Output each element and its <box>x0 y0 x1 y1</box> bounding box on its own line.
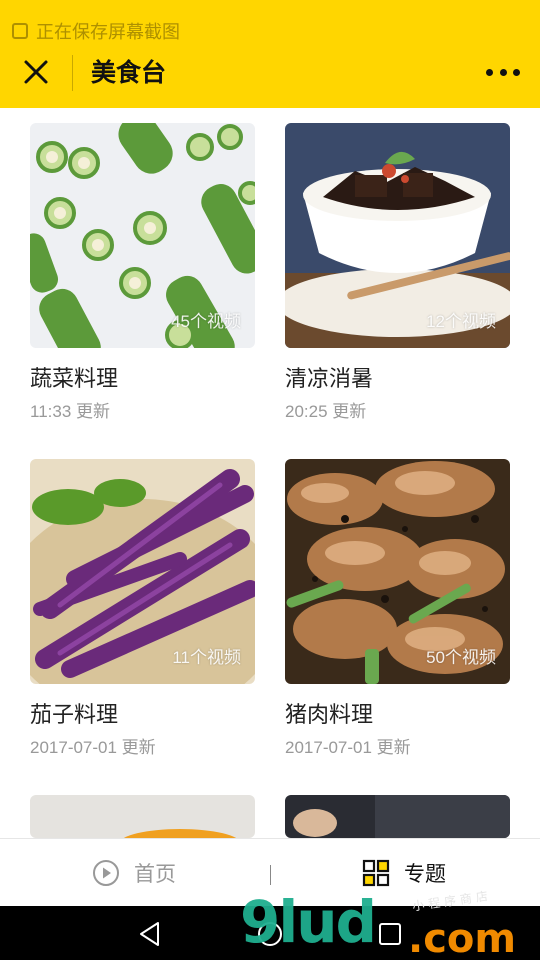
close-icon <box>24 60 48 84</box>
topic-thumbnail[interactable]: 50个视频 <box>285 459 510 684</box>
header-bar: 正在保存屏幕截图 美食台 <box>0 0 540 108</box>
topic-card-partial[interactable] <box>285 795 510 838</box>
topic-title: 猪肉料理 <box>285 702 374 727</box>
tab-topics[interactable]: 专题 <box>362 839 446 907</box>
header-divider <box>72 55 73 91</box>
video-count: 11个视频 <box>172 648 241 667</box>
video-count: 12个视频 <box>426 312 496 331</box>
play-circle-icon <box>93 860 119 886</box>
topic-thumbnail[interactable]: 45个视频 <box>30 123 255 348</box>
screenshot-icon <box>12 23 28 39</box>
status-bar: 正在保存屏幕截图 <box>0 0 540 42</box>
page-title: 美食台 <box>91 59 167 87</box>
topic-updated-time: 11:33 更新 <box>30 402 111 421</box>
topic-updated-time: 20:25 更新 <box>285 402 367 421</box>
close-button[interactable] <box>18 54 54 90</box>
tab-home-label: 首页 <box>134 863 176 886</box>
home-circle-icon[interactable] <box>256 920 284 948</box>
topic-thumbnail[interactable]: 11个视频 <box>30 459 255 684</box>
topic-thumbnail[interactable]: 12个视频 <box>285 123 510 348</box>
video-count: 45个视频 <box>171 312 241 331</box>
tab-divider <box>270 865 271 885</box>
topic-updated-time: 2017-07-01 更新 <box>285 738 411 757</box>
screenshot-status: 正在保存屏幕截图 <box>12 18 180 44</box>
topic-title: 茄子料理 <box>30 702 119 727</box>
food-image <box>30 795 255 838</box>
back-triangle-icon[interactable] <box>136 920 164 948</box>
topic-title: 清凉消暑 <box>285 366 374 391</box>
more-options-button[interactable] <box>486 60 520 84</box>
tab-home[interactable]: 首页 <box>92 839 176 907</box>
topic-title: 蔬菜料理 <box>30 366 119 391</box>
topic-card-partial[interactable] <box>30 795 255 838</box>
chef-image <box>285 795 510 838</box>
video-count: 50个视频 <box>426 648 496 667</box>
topic-updated-time: 2017-07-01 更新 <box>30 738 156 757</box>
recent-apps-icon[interactable] <box>376 920 404 948</box>
grid-icon <box>362 859 390 887</box>
topic-thumbnail[interactable] <box>285 795 510 838</box>
system-nav-bar <box>0 906 540 960</box>
status-text: 正在保存屏幕截图 <box>36 22 180 42</box>
tab-topics-label: 专题 <box>404 863 446 886</box>
topic-thumbnail[interactable] <box>30 795 255 838</box>
bottom-tab-bar: 首页 专题 <box>0 838 540 906</box>
more-horizontal-icon <box>486 68 493 76</box>
